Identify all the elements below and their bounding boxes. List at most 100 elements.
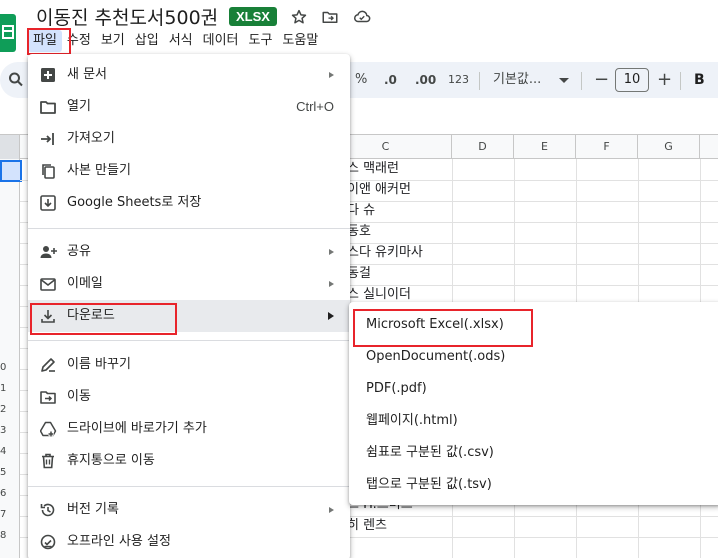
new-doc-icon [39, 66, 57, 84]
file-menu-share[interactable]: 공유 [28, 236, 350, 268]
row-number[interactable]: 1 [0, 383, 20, 394]
save-to-sheets-icon [39, 194, 57, 212]
cell-c[interactable]: 동걸 [347, 264, 452, 284]
font-size-input[interactable]: 10 [615, 68, 649, 92]
download-option-label: PDF(.pdf) [366, 381, 427, 396]
file-menu-import[interactable]: 가져오기 [28, 123, 350, 155]
menu-edit[interactable]: 수정 [62, 30, 96, 52]
row-number[interactable]: 8 [0, 530, 20, 541]
file-menu-label: 열기 [67, 99, 91, 114]
increase-font-size-button[interactable]: + [657, 62, 672, 98]
file-menu-add-shortcut[interactable]: 드라이브에 바로가기 추가 [28, 413, 350, 445]
file-menu-open[interactable]: 열기 Ctrl+O [28, 91, 350, 123]
font-family-select[interactable]: 기본값... [493, 62, 541, 98]
file-menu-make-copy[interactable]: 사본 만들기 [28, 155, 350, 187]
download-tsv[interactable]: 탭으로 구분된 값(.tsv) [349, 469, 718, 501]
decrease-font-size-button[interactable]: − [594, 62, 609, 98]
history-icon [39, 501, 57, 519]
column-header-e[interactable]: E [514, 135, 576, 159]
rename-icon [39, 356, 57, 374]
file-menu-version-history[interactable]: 버전 기록 [28, 494, 350, 526]
file-menu-label: 휴지통으로 이동 [67, 453, 155, 468]
cell-c[interactable]: 스 맥래런 [347, 159, 452, 179]
column-header-h[interactable] [700, 135, 718, 159]
move-folder-icon[interactable] [319, 6, 341, 28]
file-menu-label: Google Sheets로 저장 [67, 195, 202, 210]
row-number[interactable]: 7 [0, 509, 20, 520]
menu-format[interactable]: 서식 [164, 30, 198, 52]
selected-row-header[interactable] [0, 160, 22, 182]
menu-file[interactable]: 파일 [28, 30, 62, 52]
download-icon [39, 307, 57, 325]
file-menu-download[interactable]: 다운로드 [28, 300, 350, 332]
submenu-arrow-icon [329, 507, 334, 513]
submenu-arrow-icon [329, 281, 334, 287]
column-header-f[interactable]: F [576, 135, 638, 159]
file-menu-label: 새 문서 [67, 67, 108, 82]
file-menu-move[interactable]: 이동 [28, 381, 350, 413]
font-dropdown-caret-icon[interactable] [559, 77, 569, 83]
menu-divider [28, 228, 350, 229]
row-number[interactable]: 4 [0, 446, 20, 457]
submenu-arrow-icon [328, 312, 334, 320]
file-menu-shortcut: Ctrl+O [296, 99, 334, 114]
cell-c[interactable]: 이앤 애커먼 [347, 180, 452, 200]
file-menu-label: 사본 만들기 [67, 163, 131, 178]
download-xlsx[interactable]: Microsoft Excel(.xlsx) [349, 309, 718, 341]
file-menu-email[interactable]: 이메일 [28, 268, 350, 300]
file-menu-trash[interactable]: 휴지통으로 이동 [28, 445, 350, 477]
cloud-status-icon[interactable] [351, 6, 373, 28]
download-csv[interactable]: 쉼표로 구분된 값(.csv) [349, 437, 718, 469]
menu-help[interactable]: 도움말 [277, 30, 323, 52]
download-ods[interactable]: OpenDocument(.ods) [349, 341, 718, 373]
download-option-label: 쉼표로 구분된 값(.csv) [366, 445, 494, 460]
file-menu-rename[interactable]: 이름 바꾸기 [28, 349, 350, 381]
menu-view[interactable]: 보기 [96, 30, 130, 52]
toolbar-divider [479, 72, 480, 90]
offline-icon [39, 533, 57, 551]
download-pdf[interactable]: PDF(.pdf) [349, 373, 718, 405]
column-header-d[interactable]: D [452, 135, 514, 159]
download-option-label: 탭으로 구분된 값(.tsv) [366, 477, 492, 492]
decrease-decimal-button[interactable]: .0 [384, 62, 397, 98]
sheets-logo-icon[interactable] [0, 14, 16, 52]
file-menu: 새 문서 열기 Ctrl+O 가져오기 사본 만들기 Google Sheets… [28, 54, 350, 558]
menu-tools[interactable]: 도구 [244, 30, 278, 52]
cell-c[interactable]: 동호 [347, 222, 452, 242]
import-icon [39, 130, 57, 148]
menu-insert[interactable]: 삽입 [130, 30, 164, 52]
row-number[interactable]: 5 [0, 467, 20, 478]
increase-decimal-button[interactable]: .00 [415, 62, 436, 98]
file-format-badge-text: XLSX [236, 9, 270, 24]
cell-c[interactable]: 스다 유키마사 [347, 243, 452, 263]
file-menu-label: 드라이브에 바로가기 추가 [67, 421, 207, 436]
star-icon[interactable] [288, 6, 310, 28]
file-menu-offline[interactable]: 오프라인 사용 설정 [28, 526, 350, 558]
select-all-corner[interactable] [0, 135, 20, 159]
document-title[interactable]: 이동진 추천도서500권 [36, 3, 218, 30]
file-menu-new[interactable]: 새 문서 [28, 59, 350, 91]
file-format-badge: XLSX [229, 7, 277, 26]
file-menu-label: 다운로드 [67, 308, 115, 323]
download-html[interactable]: 웹페이지(.html) [349, 405, 718, 437]
cell-c[interactable]: 히 렌츠 [347, 516, 452, 536]
number-format-button[interactable]: 123 [448, 62, 469, 98]
file-menu-label: 버전 기록 [67, 502, 119, 517]
file-menu-label: 이메일 [67, 276, 103, 291]
trash-icon [39, 452, 57, 470]
submenu-arrow-icon [329, 72, 334, 78]
bold-button[interactable]: B [694, 62, 705, 98]
menu-data[interactable]: 데이터 [198, 30, 244, 52]
cell-c[interactable]: 다 슈 [347, 201, 452, 221]
format-percent-button[interactable]: % [355, 62, 367, 98]
row-number[interactable]: 6 [0, 488, 20, 499]
column-header-g[interactable]: G [638, 135, 700, 159]
folder-open-icon [39, 98, 57, 116]
search-menus-icon[interactable] [8, 62, 24, 98]
file-menu-save-as-sheets[interactable]: Google Sheets로 저장 [28, 187, 350, 219]
row-number[interactable]: 0 [0, 362, 20, 373]
row-number[interactable]: 2 [0, 404, 20, 415]
menu-divider [28, 340, 350, 341]
row-number[interactable]: 3 [0, 425, 20, 436]
menu-divider [28, 486, 350, 487]
